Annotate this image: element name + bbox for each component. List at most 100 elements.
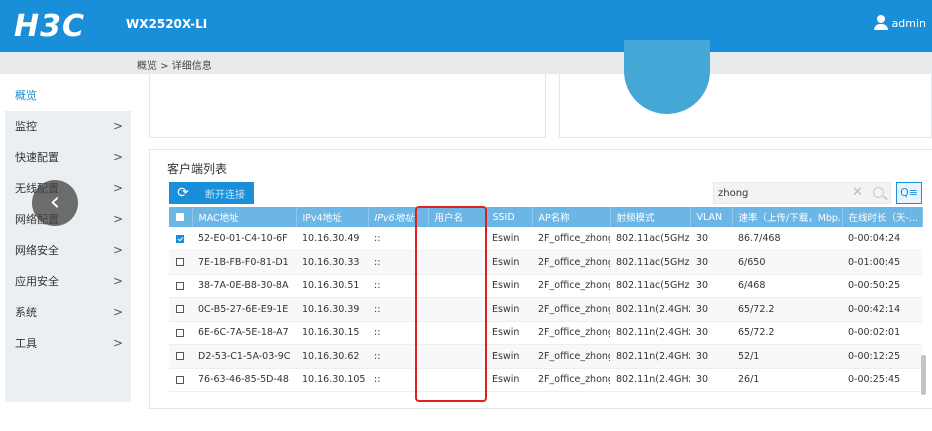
column-header-ap[interactable]: AP名称 [532,207,611,227]
user-name: admin [891,16,926,30]
cell-vlan: 30 [690,321,732,345]
row-select-cell [169,227,192,251]
cell-ap: 2F_office_zhong [532,344,610,369]
cell-radio: 802.11ac(5GHz) [610,250,690,275]
chevron-right-icon: > [112,150,123,164]
row-select-cell [169,250,192,275]
cell-online: 0-00:25:45 [842,368,922,392]
column-header-ipv4[interactable]: IPv4地址 [296,207,369,227]
cell-ap: 2F_office_zhong [532,274,610,298]
advanced-search-button[interactable]: Q≡ [896,182,922,204]
user-menu[interactable]: admin [873,15,926,31]
sidebar-item-label: 网络安全 [15,244,59,257]
row-select-cell [169,321,192,345]
row-checkbox[interactable] [176,352,184,361]
sidebar-nav: 概览监控>快速配置>无线配置>网络配置>网络安全>应用安全>系统>工具> [5,80,131,402]
client-search: ✕ [713,182,891,204]
cell-mac: D2-53-C1-5A-03-9C [192,344,296,369]
chevron-right-icon: > [112,181,123,195]
cell-ipv4: 10.16.30.33 [296,250,368,275]
top-header: H3C WX2520X-LI admin [0,0,932,52]
table-scrollbar[interactable] [921,355,926,395]
back-arrow-button[interactable]: ‹ [32,180,78,226]
cell-radio: 802.11n(2.4GHz) [610,368,690,392]
row-checkbox[interactable] [176,328,184,337]
select-all-cell [169,207,193,227]
sidebar-item-0[interactable]: 概览 [5,80,131,111]
table-row[interactable]: 6E-6C-7A-5E-18-A7 10.16.30.15:: Eswin 2F_of… [169,321,922,345]
sidebar-item-label: 应用安全 [15,275,59,288]
table-row[interactable]: 76-63-46-85-5D-48 10.16.30.105:: Eswin 2F_o… [169,368,922,392]
sidebar-item-2[interactable]: 快速配置 > [5,142,131,173]
cell-vlan: 30 [690,344,732,369]
cell-ssid: Eswin [486,321,532,345]
sidebar-item-label: 工具 [15,337,37,350]
cell-ap: 2F_office_zhong [532,227,610,251]
chevron-right-icon: > [112,243,123,257]
sidebar-item-1[interactable]: 监控 > [5,111,131,142]
table-row[interactable]: 7E-1B-FB-F0-81-D1 10.16.30.33:: Eswin 2F_of… [169,250,922,275]
sidebar-item-label: 系统 [15,306,37,319]
cell-ipv4: 10.16.30.15 [296,321,368,345]
cell-rate: 86.7/468 [732,227,842,251]
cell-ipv4: 10.16.30.39 [296,297,368,322]
sidebar-item-5[interactable]: 网络安全 > [5,235,131,266]
column-header-mac[interactable]: MAC地址 [192,207,297,227]
sidebar-item-6[interactable]: 应用安全 > [5,266,131,297]
chevron-right-icon: > [112,212,123,226]
row-checkbox[interactable] [176,305,184,314]
column-header-radio[interactable]: 射频模式 [610,207,691,227]
cell-rate: 65/72.2 [732,321,842,345]
cell-ssid: Eswin [486,297,532,322]
row-select-cell [169,368,192,392]
sidebar-item-label: 概览 [15,89,37,102]
client-list-title: 客户端列表 [167,162,228,176]
cell-rate: 52/1 [732,344,842,369]
user-icon [873,15,888,31]
search-input[interactable] [718,186,838,201]
cell-ssid: Eswin [486,344,532,369]
clear-icon[interactable]: ✕ [852,185,863,200]
table-row[interactable]: D2-53-C1-5A-03-9C 10.16.30.62:: Eswin 2F_of… [169,344,922,369]
select-all-checkbox[interactable] [176,213,184,221]
cell-online: 0-00:50:25 [842,274,922,298]
cell-online: 0-00:42:14 [842,297,922,322]
client-table: MAC地址 IPv4地址 IPv6地址 用户名 SSID AP名称 射频模式 VLAN 速率（上… [169,207,923,392]
cell-vlan: 30 [690,250,732,275]
disconnect-button[interactable]: ⟳ 断开连接 [169,182,254,204]
row-checkbox[interactable] [176,281,184,290]
cell-ipv4: 10.16.30.51 [296,274,368,298]
overview-panel-right [559,74,932,138]
table-row[interactable]: 38-7A-0E-B8-30-8A 10.16.30.51:: Eswin 2F_of… [169,274,922,298]
cell-ipv4: 10.16.30.105 [296,368,368,392]
refresh-icon: ⟳ [177,185,189,201]
cell-ssid: Eswin [486,227,532,251]
search-icon[interactable] [873,187,884,198]
table-row[interactable]: 52-E0-01-C4-10-6F 10.16.30.49:: Eswin 2F_of… [169,227,922,251]
sidebar-item-8[interactable]: 工具 > [5,328,131,359]
column-header-ssid[interactable]: SSID [486,207,533,227]
h3c-logo[interactable]: H3C [14,9,85,44]
row-checkbox[interactable] [176,258,184,267]
chevron-right-icon: > [112,119,123,133]
column-header-vlan[interactable]: VLAN [690,207,733,227]
column-header-rate[interactable]: 速率（上传/下载，Mbp... [732,207,843,227]
cell-ap: 2F_office_zhong [532,297,610,322]
row-checkbox[interactable] [176,234,184,243]
cell-vlan: 30 [690,297,732,322]
sidebar-item-7[interactable]: 系统 > [5,297,131,328]
cell-vlan: 30 [690,274,732,298]
cell-radio: 802.11n(2.4GHz) [610,321,690,345]
row-checkbox[interactable] [176,375,184,384]
cell-mac: 76-63-46-85-5D-48 [192,368,296,392]
table-row[interactable]: 0C-B5-27-6E-E9-1E 10.16.30.39:: Eswin 2F_of… [169,297,922,322]
cell-mac: 38-7A-0E-B8-30-8A [192,274,296,298]
column-header-online[interactable]: 在线时长（天-... [842,207,923,227]
breadcrumb: 概览 > 详细信息 [137,61,212,72]
cell-mac: 7E-1B-FB-F0-81-D1 [192,250,296,275]
cell-ap: 2F_office_zhong [532,321,610,345]
overview-panel-left [149,74,546,138]
cell-radio: 802.11n(2.4GHz) [610,297,690,322]
row-select-cell [169,344,192,369]
cell-mac: 6E-6C-7A-5E-18-A7 [192,321,296,345]
